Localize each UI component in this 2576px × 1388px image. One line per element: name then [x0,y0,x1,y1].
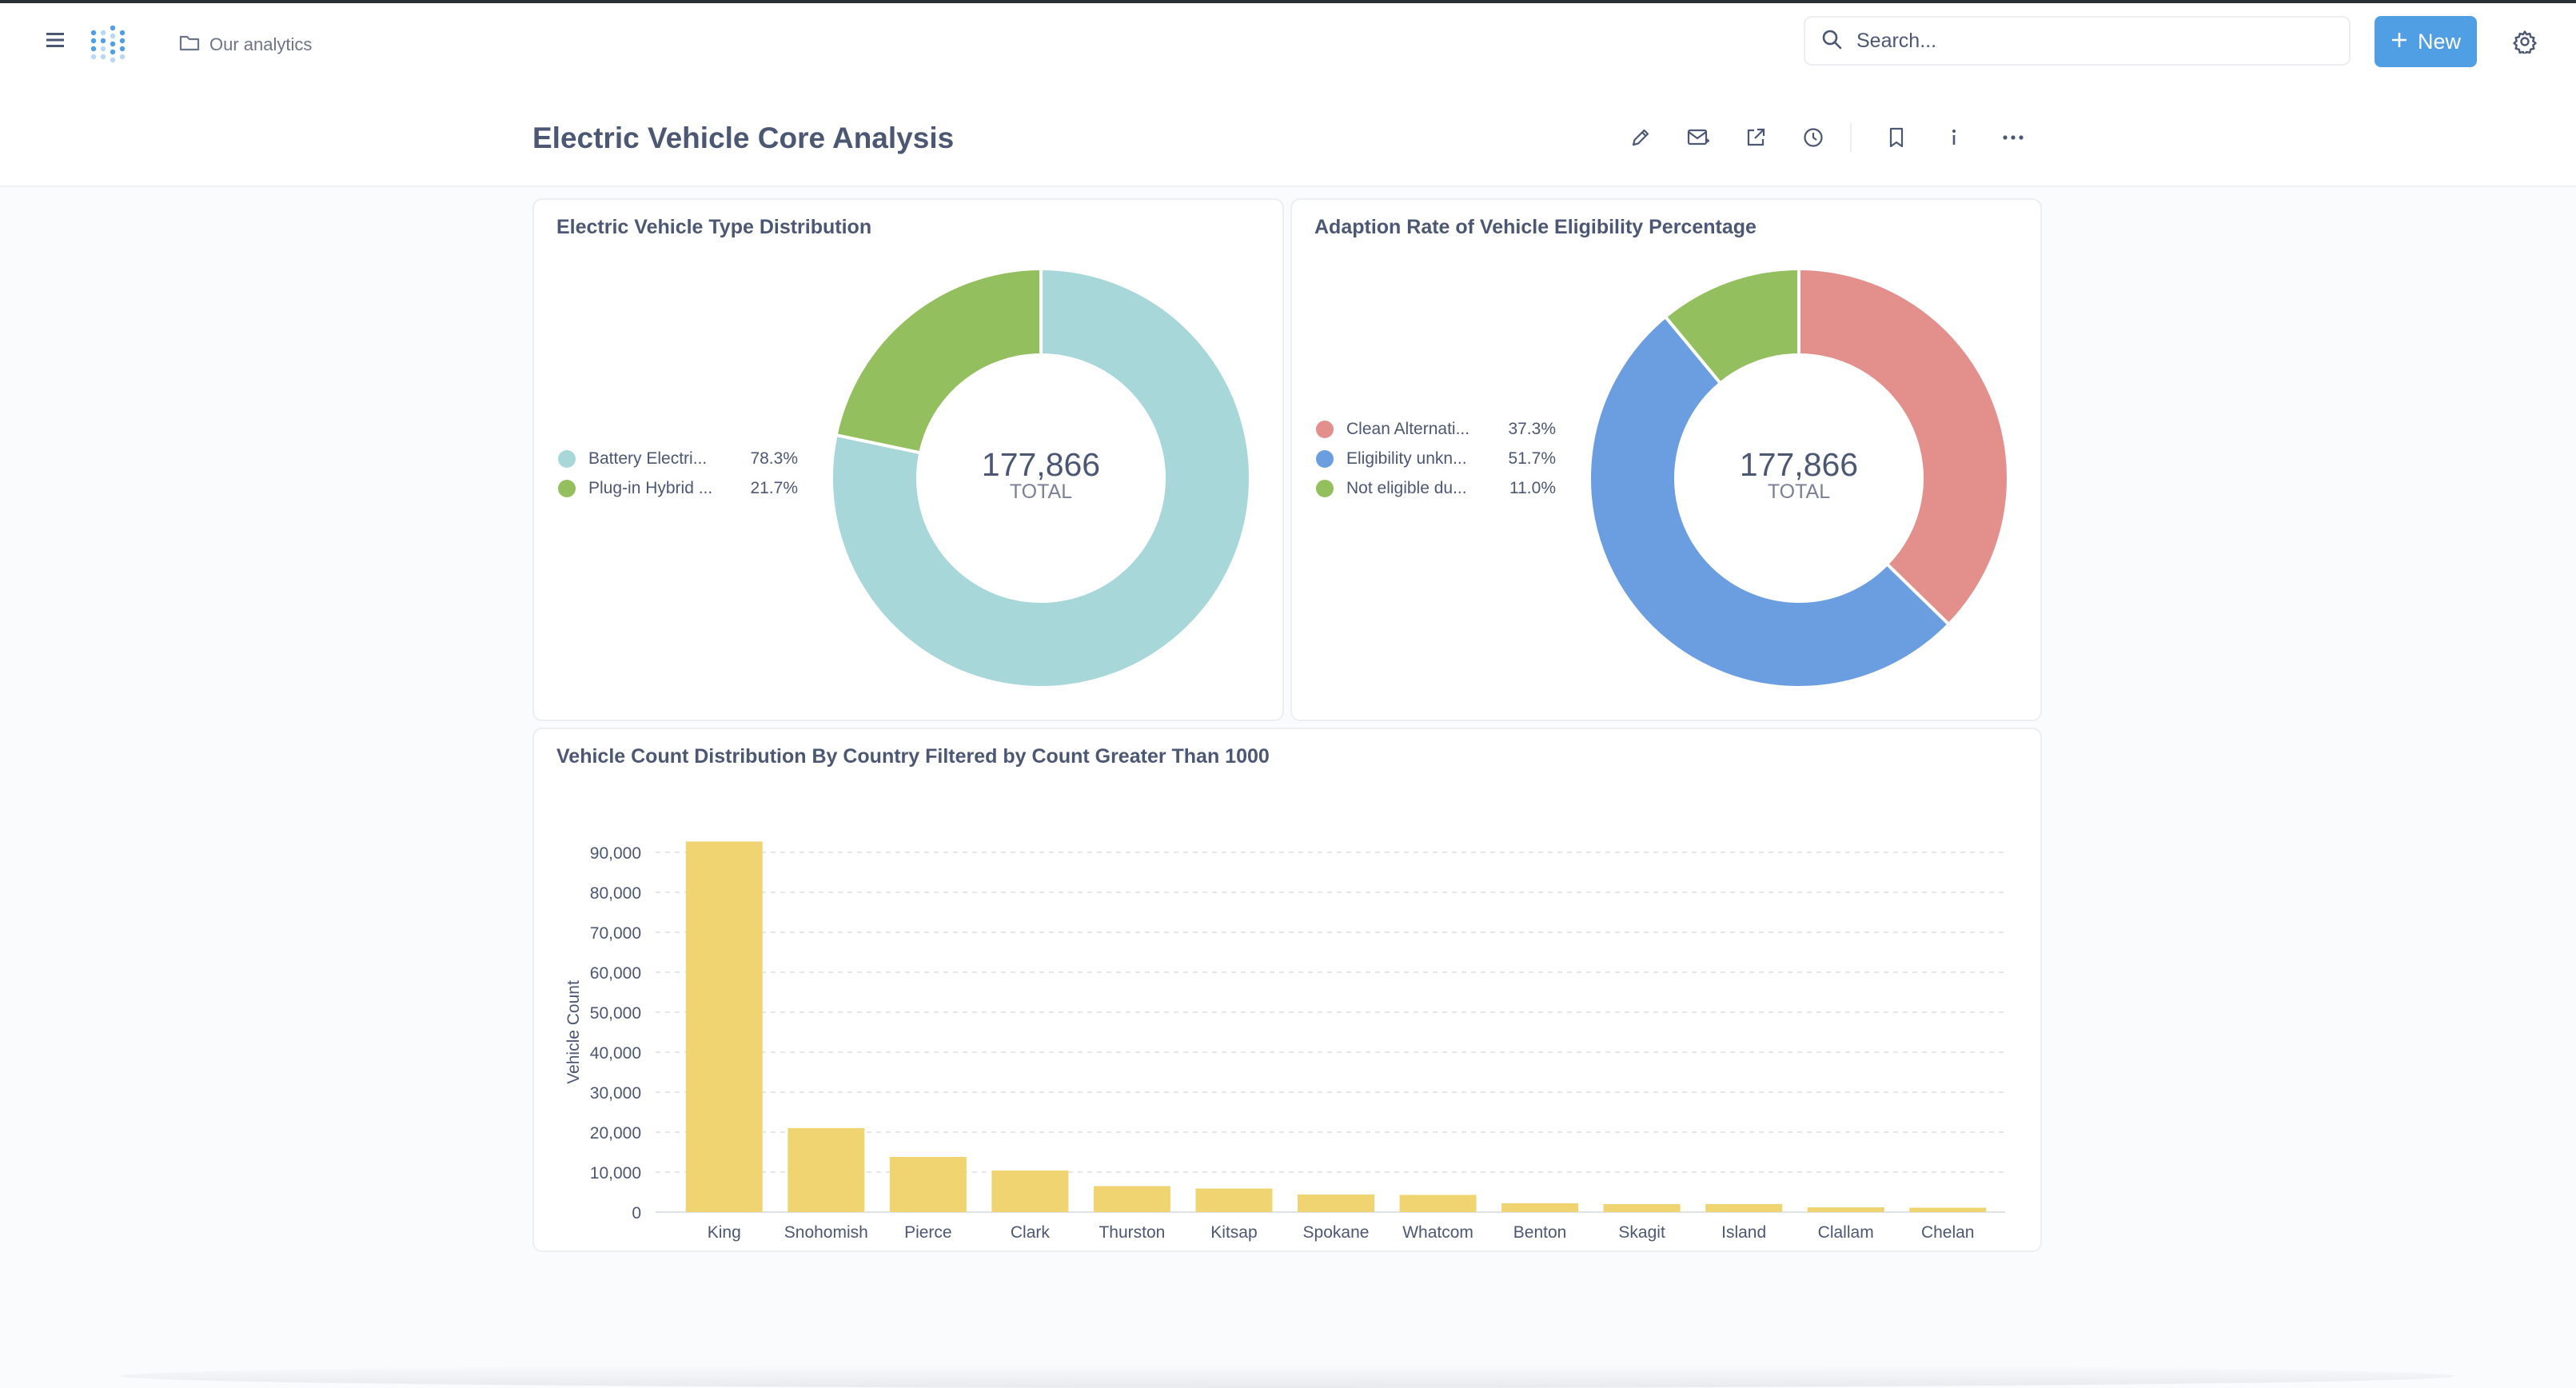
y-tick-label: 80,000 [590,884,641,903]
new-button[interactable]: New [2375,16,2477,67]
gear-icon[interactable] [2509,26,2541,58]
clock-icon[interactable] [1791,120,1836,155]
donut-slice[interactable] [834,266,1043,455]
bar[interactable] [1399,1195,1477,1213]
x-tick-label: Pierce [904,1223,952,1242]
legend-item[interactable]: Clean Alternati... 37.3% [1316,414,1556,444]
card-ev-type-distribution[interactable]: Electric Vehicle Type Distribution Batte… [532,198,1284,721]
y-tick-label: 0 [632,1204,641,1222]
card-eligibility-rate[interactable]: Adaption Rate of Vehicle Eligibility Per… [1290,198,2042,721]
new-button-label: New [2417,29,2461,54]
y-tick-label: 50,000 [590,1004,641,1023]
y-tick-label: 70,000 [590,924,641,943]
bar[interactable] [685,841,763,1213]
plus-icon [2391,30,2408,54]
legend-item[interactable]: Eligibility unkn... 51.7% [1316,444,1556,473]
card-title[interactable]: Adaption Rate of Vehicle Eligibility Per… [1314,216,1757,239]
x-tick-label: Clallam [1818,1223,1874,1242]
card-title[interactable]: Vehicle Count Distribution By Country Fi… [556,745,1270,768]
legend-label: Battery Electri... [588,449,708,468]
y-tick-label: 40,000 [590,1044,641,1063]
bar[interactable] [1501,1203,1579,1212]
y-tick-label: 30,000 [590,1084,641,1103]
donut-total: 177,866 TOTAL [1719,446,1879,504]
y-axis-label: Vehicle Count [564,980,583,1084]
donut-total-label: TOTAL [1009,481,1073,503]
legend-swatch [1316,449,1334,468]
legend-item[interactable]: Not eligible du... 11.0% [1316,473,1556,503]
y-tick-label: 90,000 [590,844,641,863]
x-tick-label: Thurston [1099,1223,1165,1242]
donut-total: 177,866 TOTAL [961,446,1121,504]
search-bar[interactable] [1804,16,2351,66]
x-tick-label: Clark [1011,1223,1051,1242]
ellipsis-icon[interactable] [1991,120,2036,155]
bar[interactable] [1807,1207,1884,1212]
legend-percent: 78.3% [750,449,798,468]
top-navbar: Our analytics New Electric Vehicle Core … [0,3,2576,187]
x-tick-label: Chelan [1921,1223,1975,1242]
breadcrumb-collection[interactable]: Our analytics [209,34,312,55]
bar[interactable] [1093,1186,1170,1213]
x-tick-label: Benton [1513,1223,1567,1242]
donut-total-label: TOTAL [1767,481,1831,503]
bar[interactable] [1195,1188,1273,1213]
metabase-logo[interactable] [86,22,130,66]
dashboard-title[interactable]: Electric Vehicle Core Analysis [532,122,954,155]
legend-percent: 11.0% [1509,478,1556,497]
card-vehicle-count-by-county[interactable]: Vehicle Count Distribution By Country Fi… [532,728,2042,1252]
search-input[interactable] [1855,28,2306,54]
hamburger-menu-icon[interactable] [43,27,69,53]
legend-swatch [1316,479,1334,497]
legend-percent: 37.3% [1508,419,1556,438]
mail-icon[interactable] [1676,120,1721,155]
x-tick-label: Island [1721,1223,1766,1242]
bar[interactable] [1603,1204,1681,1212]
x-tick-label: Spokane [1303,1223,1370,1242]
legend-label: Clean Alternati... [1346,419,1470,438]
info-icon[interactable] [1932,120,1976,155]
bar[interactable] [889,1157,967,1212]
bar[interactable] [1298,1195,1374,1212]
window-shadow [120,1364,2454,1388]
breadcrumb[interactable]: Our analytics [179,29,312,61]
legend-label: Plug-in Hybrid ... [588,478,713,497]
y-tick-label: 60,000 [590,964,641,983]
y-tick-label: 10,000 [590,1164,641,1183]
search-icon [1821,29,1842,54]
pencil-icon[interactable] [1618,120,1663,155]
chart-legend: Clean Alternati... 37.3% Eligibility unk… [1316,414,1556,503]
bookmark-icon[interactable] [1874,120,1919,155]
legend-label: Eligibility unkn... [1346,449,1467,468]
legend-swatch [1316,420,1334,438]
bar-chart: 0 10,000 20,000 30,000 40,000 50,000 60,000 70,… [564,841,2005,1242]
x-tick-label: Whatcom [1402,1223,1473,1242]
legend-percent: 21.7% [750,478,798,497]
donut-total-value: 177,866 [1739,446,1859,483]
chart-legend: Battery Electri... 78.3% Plug-in Hybrid … [558,444,798,503]
legend-label: Not eligible du... [1346,478,1467,497]
share-icon[interactable] [1733,120,1778,155]
y-tick-label: 20,000 [590,1124,641,1143]
bar[interactable] [991,1171,1069,1212]
x-tick-label: Kitsap [1210,1223,1257,1242]
toolbar-divider [1850,123,1852,152]
x-tick-label: Skagit [1618,1223,1665,1242]
legend-item[interactable]: Plug-in Hybrid ... 21.7% [558,473,798,503]
x-tick-label: King [708,1223,741,1242]
legend-percent: 51.7% [1508,449,1556,468]
x-tick-label: Snohomish [784,1223,868,1242]
folder-icon [179,34,200,56]
bar[interactable] [1705,1204,1783,1212]
card-title[interactable]: Electric Vehicle Type Distribution [556,216,871,239]
legend-item[interactable]: Battery Electri... 78.3% [558,444,798,473]
donut-total-value: 177,866 [981,446,1101,483]
legend-swatch [558,449,576,468]
bar[interactable] [1909,1207,1987,1213]
bar[interactable] [788,1128,865,1212]
legend-swatch [558,479,576,497]
